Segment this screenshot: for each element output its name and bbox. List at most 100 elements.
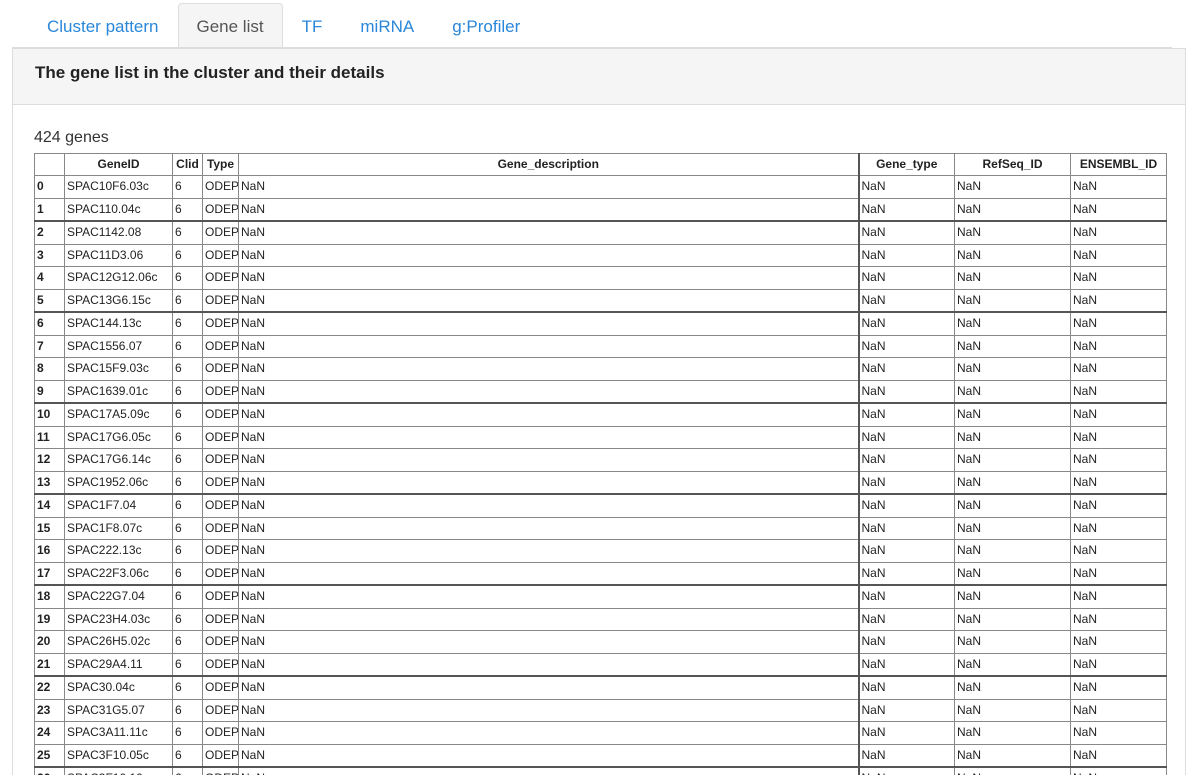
gene-type-cell: NaN — [858, 516, 955, 540]
gene-description-cell: NaN — [238, 470, 860, 495]
row-index: 19 — [34, 607, 65, 631]
clid-cell: 6 — [172, 197, 203, 222]
gene-type-cell: NaN — [858, 470, 955, 495]
ensembl-id-cell: NaN — [1070, 448, 1167, 472]
gene-type-cell: NaN — [858, 561, 955, 586]
gene-id-cell: SPAC29A4.11 — [64, 652, 173, 677]
gene-type-cell: NaN — [858, 493, 955, 518]
table-row: 13 SPAC1952.06c 6 ODEP NaN NaN NaN NaN — [34, 470, 1167, 495]
table-row: 1 SPAC110.04c 6 ODEP NaN NaN NaN NaN — [34, 197, 1167, 222]
refseq-id-cell: NaN — [954, 379, 1071, 404]
gene-description-cell: NaN — [238, 698, 860, 722]
ensembl-id-cell: NaN — [1070, 243, 1167, 267]
refseq-id-cell: NaN — [954, 584, 1071, 609]
gene-id-cell: SPAC26H5.02c — [64, 630, 173, 654]
gene-type-cell: NaN — [858, 197, 955, 222]
clid-cell: 6 — [172, 311, 203, 336]
refseq-id-cell: NaN — [954, 766, 1071, 775]
gene-description-cell: NaN — [238, 175, 860, 199]
gene-id-cell: SPAC3A11.11c — [64, 721, 173, 745]
table-row: 19 SPAC23H4.03c 6 ODEP NaN NaN NaN NaN — [34, 607, 1167, 631]
refseq-id-cell: NaN — [954, 721, 1071, 745]
refseq-id-cell: NaN — [954, 288, 1071, 313]
gene-id-cell: SPAC110.04c — [64, 197, 173, 222]
table-header-row: GeneID Clid Type Gene_description Gene_type R… — [34, 153, 1167, 176]
gene-type-cell: NaN — [858, 334, 955, 358]
row-index: 12 — [34, 448, 65, 472]
table-row: 16 SPAC222.13c 6 ODEP NaN NaN NaN NaN — [34, 539, 1167, 563]
gene-type-cell: NaN — [858, 357, 955, 381]
ensembl-id-cell: NaN — [1070, 516, 1167, 540]
table-row: 6 SPAC144.13c 6 ODEP NaN NaN NaN NaN — [34, 311, 1167, 336]
gene-description-cell: NaN — [238, 743, 860, 768]
type-cell: ODEP — [202, 448, 239, 472]
ensembl-id-cell: NaN — [1070, 288, 1167, 313]
tab-gene-list[interactable]: Gene list — [177, 3, 283, 48]
refseq-id-cell: NaN — [954, 402, 1071, 427]
gene-type-cell: NaN — [858, 243, 955, 267]
clid-cell: 6 — [172, 334, 203, 358]
ensembl-id-cell: NaN — [1070, 402, 1167, 427]
ensembl-id-header: ENSEMBL_ID — [1070, 153, 1167, 176]
gene-type-cell: NaN — [858, 448, 955, 472]
table-row: 3 SPAC11D3.06 6 ODEP NaN NaN NaN NaN — [34, 243, 1167, 267]
clid-cell: 6 — [172, 698, 203, 722]
gene-type-cell: NaN — [858, 379, 955, 404]
clid-cell: 6 — [172, 721, 203, 745]
gene-type-header: Gene_type — [858, 153, 955, 176]
table-row: 10 SPAC17A5.09c 6 ODEP NaN NaN NaN NaN — [34, 402, 1167, 427]
gene-type-cell: NaN — [858, 266, 955, 290]
ensembl-id-cell: NaN — [1070, 561, 1167, 586]
tab-gprofiler[interactable]: g:Profiler — [433, 3, 539, 48]
row-index: 2 — [34, 220, 65, 245]
clid-cell: 6 — [172, 425, 203, 449]
refseq-id-cell: NaN — [954, 561, 1071, 586]
tab-bar: Cluster pattern Gene list TF miRNA g:Pro… — [28, 3, 539, 48]
gene-id-cell: SPAC1556.07 — [64, 334, 173, 358]
refseq-id-cell: NaN — [954, 334, 1071, 358]
refseq-id-cell: NaN — [954, 630, 1071, 654]
table-row: 2 SPAC1142.08 6 ODEP NaN NaN NaN NaN — [34, 220, 1167, 245]
ensembl-id-cell: NaN — [1070, 470, 1167, 495]
clid-cell: 6 — [172, 175, 203, 199]
table-row: 25 SPAC3F10.05c 6 ODEP NaN NaN NaN NaN — [34, 743, 1167, 768]
ensembl-id-cell: NaN — [1070, 220, 1167, 245]
type-cell: ODEP — [202, 220, 239, 245]
gene-description-cell: NaN — [238, 630, 860, 654]
row-index: 17 — [34, 561, 65, 586]
gene-table-container[interactable]: GeneID Clid Type Gene_description Gene_type R… — [34, 153, 1178, 775]
table-row: 22 SPAC30.04c 6 ODEP NaN NaN NaN NaN — [34, 675, 1167, 700]
table-row: 9 SPAC1639.01c 6 ODEP NaN NaN NaN NaN — [34, 379, 1167, 404]
type-cell: ODEP — [202, 721, 239, 745]
clid-cell: 6 — [172, 630, 203, 654]
type-cell: ODEP — [202, 493, 239, 518]
gene-id-cell: SPAC23H4.03c — [64, 607, 173, 631]
refseq-id-cell: NaN — [954, 470, 1071, 495]
panel-title: The gene list in the cluster and their d… — [35, 63, 385, 82]
gene-type-cell: NaN — [858, 584, 955, 609]
gene-type-cell: NaN — [858, 425, 955, 449]
clid-cell: 6 — [172, 357, 203, 381]
table-row: 21 SPAC29A4.11 6 ODEP NaN NaN NaN NaN — [34, 652, 1167, 677]
gene-id-cell: SPAC17G6.14c — [64, 448, 173, 472]
row-index: 9 — [34, 379, 65, 404]
gene-id-cell: SPAC13G6.15c — [64, 288, 173, 313]
type-cell: ODEP — [202, 357, 239, 381]
gene-description-cell: NaN — [238, 288, 860, 313]
refseq-id-header: RefSeq_ID — [954, 153, 1071, 176]
type-cell: ODEP — [202, 470, 239, 495]
gene-description-cell: NaN — [238, 220, 860, 245]
row-index: 3 — [34, 243, 65, 267]
type-cell: ODEP — [202, 584, 239, 609]
tab-cluster-pattern[interactable]: Cluster pattern — [28, 3, 178, 48]
clid-cell: 6 — [172, 584, 203, 609]
refseq-id-cell: NaN — [954, 675, 1071, 700]
type-cell: ODEP — [202, 743, 239, 768]
gene-description-cell: NaN — [238, 266, 860, 290]
tab-tf[interactable]: TF — [283, 3, 342, 48]
gene-id-cell: SPAC1F7.04 — [64, 493, 173, 518]
type-cell: ODEP — [202, 334, 239, 358]
gene-id-cell: SPAC1142.08 — [64, 220, 173, 245]
tab-mirna[interactable]: miRNA — [341, 3, 433, 48]
gene-id-cell: SPAC12G12.06c — [64, 266, 173, 290]
